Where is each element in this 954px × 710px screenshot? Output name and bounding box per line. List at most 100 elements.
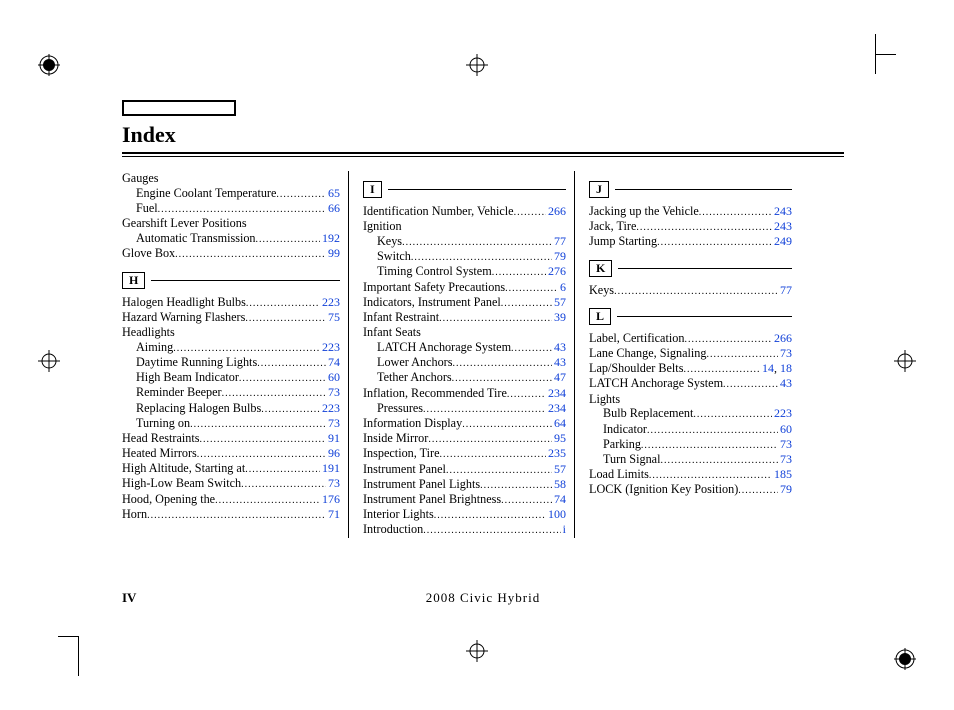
page-link[interactable]: 249 [774,234,792,248]
index-entry-pages: 57 [552,462,566,477]
index-entry: Turning on73 [122,416,340,431]
page-link[interactable]: 73 [328,476,340,490]
page-link[interactable]: 66 [328,201,340,215]
page-link[interactable]: 77 [780,283,792,297]
index-entry-pages: 43 [778,376,792,391]
index-entry-text: Information Display [363,416,462,431]
page-link[interactable]: 100 [548,507,566,521]
page-link[interactable]: 176 [322,492,340,506]
index-entry-pages: 234 [546,401,566,416]
index-entry-text: Jacking up the Vehicle [589,204,699,219]
index-column: JJacking up the Vehicle243Jack, Tire243J… [574,171,800,538]
crop-mark [875,34,876,74]
page-link[interactable]: 14 [762,361,774,375]
leader-dots [245,464,320,476]
page-link[interactable]: 74 [328,355,340,369]
page-link[interactable]: 43 [554,355,566,369]
page-link[interactable]: 6 [560,280,566,294]
index-entry: Switch 79 [363,249,566,264]
page-link[interactable]: 47 [554,370,566,384]
index-letter-j: J [589,181,792,198]
page-link[interactable]: 266 [774,331,792,345]
index-entry-text: Parking [603,437,641,452]
page-link[interactable]: 18 [780,361,792,375]
page-link[interactable]: 64 [554,416,566,430]
index-entry: Glove Box99 [122,246,340,261]
page-link[interactable]: 99 [328,246,340,260]
index-entry-text: Heated Mirrors [122,446,197,461]
index-entry-text: LATCH Anchorage System [377,340,511,355]
page-link[interactable]: 73 [780,346,792,360]
page-link[interactable]: 266 [548,204,566,218]
page-link[interactable]: i [563,522,566,536]
leader-dots [492,267,546,279]
index-entry-pages: 58 [552,477,566,492]
page-link[interactable]: 223 [322,295,340,309]
page-link[interactable]: 43 [780,376,792,390]
page-link[interactable]: 185 [774,467,792,481]
page-link[interactable]: 243 [774,204,792,218]
page-link[interactable]: 60 [780,422,792,436]
page-link[interactable]: 57 [554,295,566,309]
index-entry: Inside Mirror95 [363,431,566,446]
index-entry-pages: 276 [546,264,566,279]
page-link[interactable]: 73 [780,437,792,451]
page-link[interactable]: 73 [328,416,340,430]
page-link[interactable]: 73 [780,452,792,466]
index-letter-l: L [589,308,792,325]
page-link[interactable]: 73 [328,385,340,399]
index-entry-text: High Altitude, Starting at [122,461,245,476]
leader-dots [245,313,326,325]
index-letter-k: K [589,260,792,277]
leader-dots [440,449,546,461]
registration-mark-icon [38,54,60,76]
page-link[interactable]: 57 [554,462,566,476]
index-entry: Automatic Transmission192 [122,231,340,246]
page-link[interactable]: 58 [554,477,566,491]
leader-dots [647,425,778,437]
index-entry-text: High-Low Beam Switch [122,476,241,491]
index-entry-text: LOCK (Ignition Key Position) [589,482,738,497]
index-entry-pages: 73 [778,346,792,361]
page-link[interactable]: 223 [322,401,340,415]
index-entry-pages: 47 [552,370,566,385]
page-link[interactable]: 43 [554,340,566,354]
leader-dots [507,389,546,401]
page-link[interactable]: 223 [322,340,340,354]
index-entry-text: Switch [377,249,411,264]
page-link[interactable]: 234 [548,401,566,415]
page-link[interactable]: 39 [554,310,566,324]
page-link[interactable]: 276 [548,264,566,278]
page-link[interactable]: 95 [554,431,566,445]
index-letter-rule [618,268,792,269]
page-link[interactable]: 71 [328,507,340,521]
index-entry-text: Instrument Panel Lights [363,477,480,492]
page-link[interactable]: 191 [322,461,340,475]
page-link[interactable]: 74 [554,492,566,506]
page-link[interactable]: 192 [322,231,340,245]
index-group-heading: Infant Seats [363,325,566,340]
page-link[interactable]: 65 [328,186,340,200]
leader-dots [261,404,320,416]
page-link[interactable]: 235 [548,446,566,460]
page-link[interactable]: 60 [328,370,340,384]
index-entry: Keys77 [363,234,566,249]
page-link[interactable]: 96 [328,446,340,460]
index-entry-pages: 185 [772,467,792,482]
page-link[interactable]: 223 [774,406,792,420]
leader-dots [276,189,326,201]
page-link[interactable]: 79 [780,482,792,496]
page-link[interactable]: 79 [554,249,566,263]
header-bar [122,100,236,116]
page-link[interactable]: 234 [548,386,566,400]
page-link[interactable]: 77 [554,234,566,248]
index-entry-pages: 73 [326,416,340,431]
index-entry-text: Keys [589,283,614,298]
page-link[interactable]: 75 [328,310,340,324]
leader-dots [423,525,560,537]
page-link[interactable]: 91 [328,431,340,445]
index-entry: Inflation, Recommended Tire234 [363,386,566,401]
page-link[interactable]: 243 [774,219,792,233]
index-entry-pages: 77 [552,234,566,249]
index-entry-text: Lower Anchors [377,355,452,370]
